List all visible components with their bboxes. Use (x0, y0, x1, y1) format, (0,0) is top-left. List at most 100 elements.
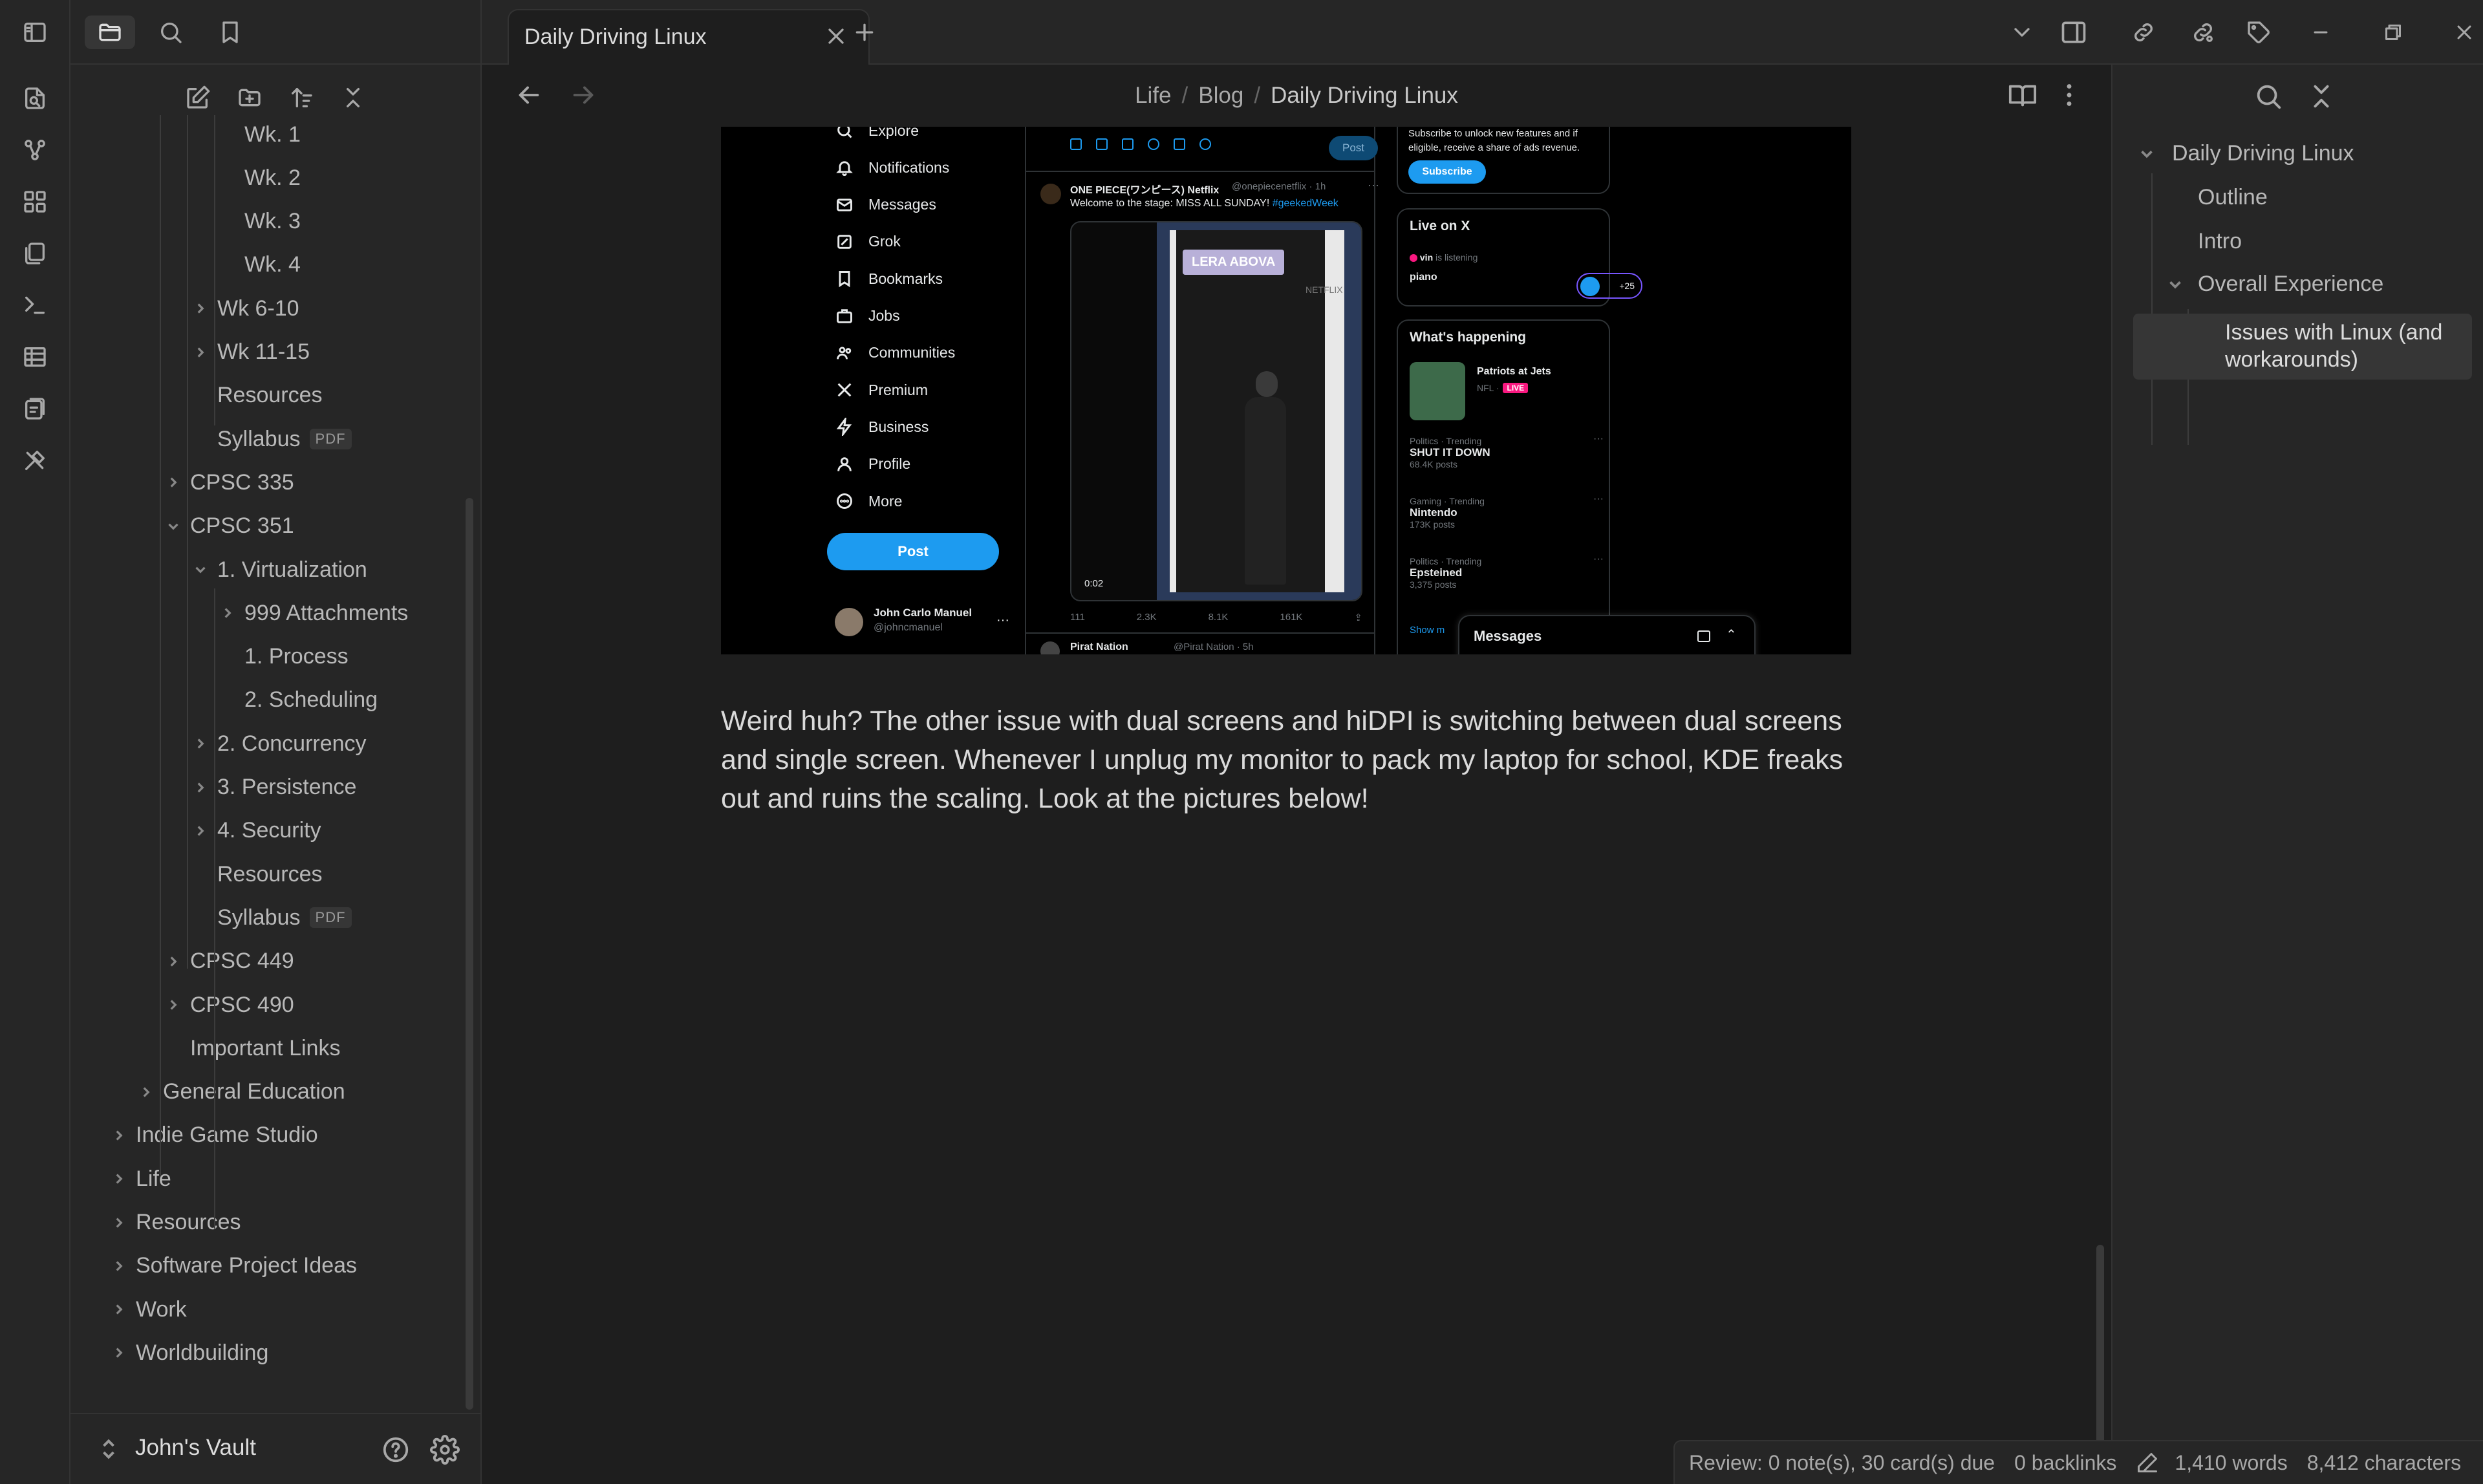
x-trend-count: 68.4K posts (1410, 459, 1457, 469)
open-quick-switcher-icon[interactable] (19, 83, 50, 114)
outline-title[interactable]: Daily Driving Linux (2137, 141, 2354, 166)
folder-item[interactable]: 1. Virtualization (188, 550, 367, 589)
file-item[interactable]: Wk. 2 (215, 158, 301, 197)
breadcrumb-life[interactable]: Life (1135, 83, 1171, 109)
restore-icon[interactable] (2376, 16, 2410, 49)
folder-item[interactable]: Life (106, 1159, 171, 1198)
paragraph[interactable]: Weird huh? The other issue with dual scr… (721, 702, 1859, 818)
sidebar-toggle-icon[interactable] (19, 17, 50, 48)
x-compose-divider (1025, 171, 1374, 172)
chevron-right-icon (106, 1210, 132, 1236)
x-reply-count: 111 (1070, 612, 1085, 623)
tree-item-label: 1. Virtualization (217, 557, 367, 582)
status-review[interactable]: Review: 0 note(s), 30 card(s) due (1689, 1451, 1995, 1475)
outline-collapse-icon[interactable] (2306, 81, 2336, 111)
help-icon[interactable] (381, 1435, 411, 1465)
folder-item[interactable]: CPSC 351 (160, 507, 294, 546)
file-item[interactable]: 1. Process (215, 638, 349, 676)
folder-item[interactable]: 3. Persistence (188, 768, 356, 807)
file-item[interactable]: Resources (188, 855, 323, 894)
outline-item[interactable]: Outline (2198, 185, 2268, 210)
tag-icon[interactable] (2242, 16, 2275, 49)
chevron-right-icon (106, 1123, 132, 1148)
breadcrumb-blog[interactable]: Blog (1198, 83, 1243, 109)
graph-view-icon[interactable] (19, 134, 50, 166)
x-live-user-line: vin is listening (1410, 252, 1478, 263)
excalidraw-icon[interactable] (19, 445, 50, 476)
outline-item-active[interactable]: Issues with Linux (and workarounds) (2133, 314, 2472, 380)
x-post-button: Post (827, 533, 999, 570)
table-icon[interactable] (19, 341, 50, 372)
x-video-figure-body (1245, 397, 1286, 585)
folder-item[interactable]: Software Project Ideas (106, 1247, 357, 1285)
outline-search-icon[interactable] (2253, 81, 2283, 111)
folder-item[interactable]: Wk 11-15 (188, 333, 310, 372)
close-window-icon[interactable] (2447, 16, 2481, 49)
folder-item[interactable]: CPSC 449 (160, 942, 294, 981)
folder-item[interactable]: Worldbuilding (106, 1333, 268, 1372)
x-view-count: 161K (1280, 612, 1303, 623)
tree-item-label: General Education (163, 1079, 345, 1104)
folder-item[interactable]: Work (106, 1290, 187, 1329)
folder-item[interactable]: Wk 6-10 (188, 289, 299, 328)
file-item[interactable]: Wk. 4 (215, 246, 301, 285)
x-menu-item: Communities (835, 340, 955, 366)
folder-item[interactable]: CPSC 335 (160, 463, 294, 502)
briefcase-icon (835, 306, 854, 326)
canvas-icon[interactable] (19, 186, 50, 217)
embedded-screenshot: Explore Notifications Messages Grok Bookmark… (721, 127, 1851, 654)
file-item[interactable]: Resources (188, 376, 323, 415)
folder-item[interactable]: Indie Game Studio (106, 1116, 318, 1155)
file-item[interactable]: Wk. 1 (215, 115, 301, 154)
tab-daily-driving-linux[interactable]: Daily Driving Linux (508, 9, 870, 65)
outline-item-expandable[interactable]: Overall Experience (2166, 272, 2383, 297)
file-tree: Wk. 1 Wk. 2 Wk. 3 Wk. 4 Wk 6-10 Wk 11-15 Resou… (70, 0, 482, 1413)
right-sidebar-toggle-icon[interactable] (2057, 16, 2091, 49)
file-item[interactable]: Syllabus PDF (188, 420, 352, 458)
x-premium-card: Subscribe to unlock new features and if … (1397, 127, 1610, 194)
sidebar-scrollbar[interactable] (466, 498, 473, 1410)
flashcards-icon[interactable] (19, 393, 50, 424)
more-options-icon[interactable] (2054, 80, 2084, 110)
tree-item-label: Wk 11-15 (217, 339, 310, 364)
tree-indent-guide (214, 588, 215, 1229)
folder-item[interactable]: 999 Attachments (215, 594, 408, 632)
x-tweet-text-body: Welcome to the stage: MISS ALL SUNDAY! (1070, 198, 1270, 209)
file-item[interactable]: Important Links (160, 1029, 340, 1068)
tree-indent-guide (187, 115, 188, 969)
templates-icon[interactable] (19, 238, 50, 269)
tree-item-label: Resources (217, 861, 323, 887)
folder-item[interactable]: General Education (133, 1073, 345, 1112)
folder-item[interactable]: Resources (106, 1203, 241, 1242)
file-item[interactable]: 2. Scheduling (215, 681, 378, 720)
tree-item-label: Wk. 1 (244, 122, 301, 147)
settings-gear-icon[interactable] (430, 1435, 460, 1465)
x-live-topic: piano (1410, 272, 1437, 283)
breadcrumb: Life / Blog / Daily Driving Linux (482, 65, 2111, 127)
file-item[interactable]: Syllabus PDF (188, 898, 352, 937)
edit-mode-pencil-icon[interactable] (2136, 1451, 2159, 1474)
reading-view-icon[interactable] (2008, 80, 2037, 110)
chevron-right-icon (188, 775, 213, 801)
folder-item[interactable]: CPSC 490 (160, 985, 294, 1024)
new-tab-icon[interactable] (848, 16, 881, 49)
x-gif-icon (1096, 138, 1108, 150)
terminal-icon[interactable] (19, 290, 50, 321)
folder-item[interactable]: 4. Security (188, 812, 321, 850)
file-item[interactable]: Wk. 3 (215, 202, 301, 241)
publish-link-icon[interactable] (2186, 16, 2220, 49)
minimize-icon[interactable] (2304, 16, 2338, 49)
x-trend-count: 3,375 posts (1410, 579, 1457, 590)
sync-link-icon[interactable] (2127, 16, 2160, 49)
tree-item-label: Wk. 4 (244, 252, 301, 277)
vault-chevron-icon[interactable] (99, 1436, 118, 1462)
tab-list-chevron-icon[interactable] (2005, 16, 2039, 49)
status-backlinks[interactable]: 0 backlinks (2014, 1451, 2116, 1475)
x-live-card: Live on X vin is listening piano +25 (1397, 208, 1642, 306)
vault-name[interactable]: John's Vault (135, 1435, 256, 1461)
close-tab-icon[interactable] (823, 23, 849, 49)
breadcrumb-current[interactable]: Daily Driving Linux (1271, 83, 1458, 109)
x-video-figure-head (1256, 371, 1278, 397)
outline-item[interactable]: Intro (2198, 229, 2242, 254)
